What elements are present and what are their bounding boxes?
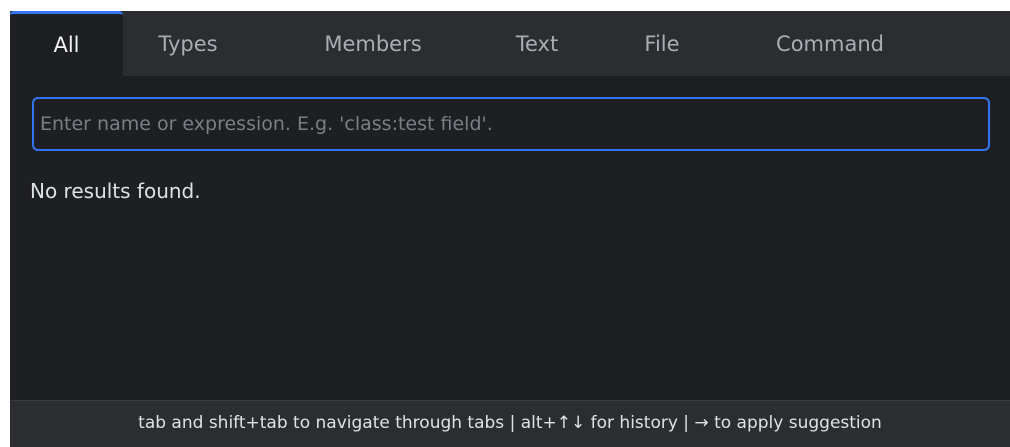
hint-text: tab and shift+tab to navigate through ta… xyxy=(138,413,882,433)
no-results-message: No results found. xyxy=(30,179,201,203)
tab-types[interactable]: Types xyxy=(138,11,238,76)
search-everywhere-popup: All Types Members Text File Command No r… xyxy=(10,11,1010,447)
hint-footer: tab and shift+tab to navigate through ta… xyxy=(10,400,1010,447)
tab-text[interactable]: Text xyxy=(492,11,582,76)
tab-members[interactable]: Members xyxy=(298,11,448,76)
tab-all[interactable]: All xyxy=(10,11,123,76)
tab-file[interactable]: File xyxy=(622,11,702,76)
search-field[interactable] xyxy=(32,97,990,151)
tab-command[interactable]: Command xyxy=(745,11,915,76)
tab-bar: All Types Members Text File Command xyxy=(10,11,1010,76)
search-input[interactable] xyxy=(40,99,980,149)
